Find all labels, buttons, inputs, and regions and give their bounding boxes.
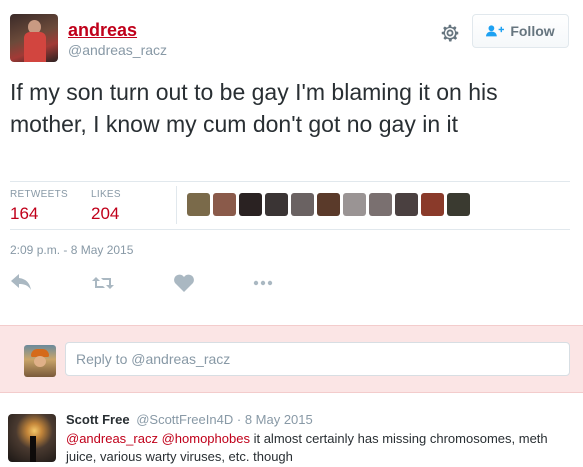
reply-author-avatar[interactable] [8,414,56,462]
reply-author-name[interactable]: Scott Free [66,412,130,427]
retweet-icon[interactable] [91,273,115,293]
liker-avatar[interactable] [291,193,314,216]
separator: · [236,412,242,427]
liker-avatar[interactable] [343,193,366,216]
liker-avatar[interactable] [395,193,418,216]
reply-author-handle[interactable]: @ScottFreeIn4D [136,412,233,427]
reply-tweet[interactable]: Scott Free @ScottFreeIn4D · 8 May 2015 @… [0,393,583,467]
author-screen-name[interactable]: @andreas_racz [68,42,167,58]
more-icon[interactable] [251,273,275,293]
likes-stat[interactable]: LIKES 204 [91,189,121,224]
follow-label: Follow [510,23,555,39]
follow-button[interactable]: Follow [472,14,569,48]
author-display-name[interactable]: andreas [68,20,137,41]
likes-label: LIKES [91,189,121,200]
tweet-timestamp[interactable]: 2:09 p.m. - 8 May 2015 [10,243,133,257]
current-user-avatar [24,345,56,377]
retweets-stat[interactable]: RETWEETS 164 [10,189,68,224]
liker-avatar[interactable] [421,193,444,216]
retweets-label: RETWEETS [10,189,68,200]
liker-avatar[interactable] [187,193,210,216]
like-icon[interactable] [172,273,196,293]
author-avatar[interactable] [10,14,58,62]
reply-date[interactable]: 8 May 2015 [245,412,313,427]
liker-avatar[interactable] [239,193,262,216]
likes-count: 204 [91,204,120,223]
mention-link[interactable]: @homophobes [162,431,250,446]
reply-text: @andreas_racz @homophobes it almost cert… [66,430,576,466]
liker-avatar[interactable] [265,193,288,216]
mention-link[interactable]: @andreas_racz [66,431,158,446]
reply-composer: Reply to @andreas_racz [0,325,583,393]
add-user-icon [486,25,505,37]
reply-input[interactable]: Reply to @andreas_racz [65,342,570,376]
liker-avatar[interactable] [317,193,340,216]
divider [10,229,570,230]
retweets-count: 164 [10,204,39,223]
reply-author-line: Scott Free @ScottFreeIn4D · 8 May 2015 [66,412,313,427]
gear-icon[interactable] [439,22,461,44]
liker-avatar[interactable] [213,193,236,216]
divider [10,181,570,182]
reply-icon[interactable] [10,273,34,293]
divider [176,186,177,224]
liker-avatar[interactable] [447,193,470,216]
liker-avatar[interactable] [369,193,392,216]
liker-avatars [187,193,470,216]
main-tweet: andreas @andreas_racz Follow If my son t… [0,0,583,325]
tweet-text: If my son turn out to be gay I'm blaming… [10,79,498,137]
